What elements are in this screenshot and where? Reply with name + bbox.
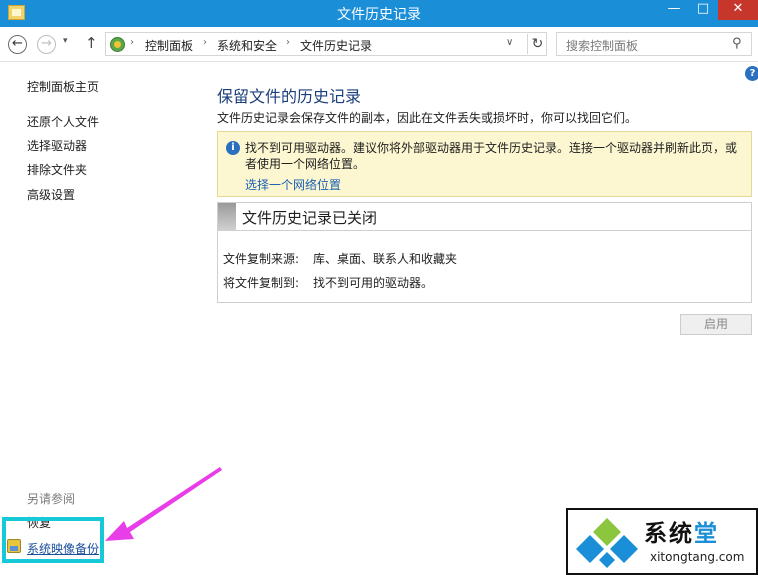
sidebar-item-restore-personal-files[interactable]: 还原个人文件	[27, 113, 99, 130]
refresh-icon[interactable]: ↻	[527, 34, 547, 54]
page-title: 保留文件的历史记录	[217, 87, 362, 106]
notice-text: 找不到可用驱动器。建议你将外部驱动器用于文件历史记录。连接一个驱动器并刷新此页，…	[245, 141, 738, 171]
recent-locations-icon[interactable]: ▾	[63, 36, 68, 46]
title-bar: 文件历史记录 — □ ✕	[0, 0, 758, 27]
copy-to-value: 找不到可用的驱动器。	[313, 276, 434, 290]
see-also-heading: 另请参阅	[27, 492, 76, 506]
watermark-text-a: 系统	[644, 521, 694, 547]
sidebar-item-control-panel-home[interactable]: 控制面板主页	[27, 78, 99, 95]
sidebar-item-advanced-settings[interactable]: 高级设置	[27, 186, 75, 203]
copy-from-label: 文件复制来源:	[223, 252, 300, 266]
search-placeholder: 搜索控制面板	[566, 39, 639, 53]
breadcrumb-separator[interactable]: ›	[286, 37, 290, 48]
close-button[interactable]: ✕	[718, 0, 758, 20]
breadcrumb-file-history[interactable]: 文件历史记录	[300, 37, 372, 54]
enable-button[interactable]: 启用	[680, 314, 752, 335]
watermark-logo	[576, 518, 638, 568]
status-panel: 文件历史记录已关闭 文件复制来源: 库、桌面、联系人和收藏夹 将文件复制到: 找…	[217, 202, 752, 303]
copy-from-value: 库、桌面、联系人和收藏夹	[313, 252, 458, 266]
info-notice: i 找不到可用驱动器。建议你将外部驱动器用于文件历史记录。连接一个驱动器并刷新此…	[217, 131, 752, 197]
sidebar-item-select-drive[interactable]: 选择驱动器	[27, 137, 87, 154]
search-icon[interactable]: ⚲	[732, 36, 742, 51]
annotation-arrow	[105, 467, 222, 541]
breadcrumb-control-panel[interactable]: 控制面板	[145, 37, 193, 54]
window-title: 文件历史记录	[337, 7, 421, 23]
help-icon[interactable]: ?	[745, 66, 758, 81]
watermark-text: 系统堂	[644, 514, 719, 548]
breadcrumb-separator[interactable]: ›	[130, 37, 134, 48]
minimize-button[interactable]: —	[660, 0, 688, 20]
chevron-down-icon[interactable]: ∨	[506, 37, 513, 48]
maximize-button[interactable]: □	[689, 0, 717, 20]
watermark-text-b: 堂	[694, 521, 719, 547]
watermark: 系统堂 xitongtang.com	[566, 508, 758, 575]
breadcrumb-separator[interactable]: ›	[203, 37, 207, 48]
status-title: 文件历史记录已关闭	[242, 209, 378, 227]
page-description: 文件历史记录会保存文件的副本，因此在文件丢失或损坏时，你可以找回它们。	[217, 111, 638, 125]
status-header: 文件历史记录已关闭	[218, 203, 751, 231]
control-panel-icon	[110, 37, 125, 52]
search-input[interactable]: 搜索控制面板 ⚲	[556, 32, 752, 56]
navigation-bar: ← → ▾ ↑ › 控制面板 › 系统和安全 › 文件历史记录 ∨ ↻ 搜索控制…	[0, 27, 758, 62]
address-bar[interactable]: › 控制面板 › 系统和安全 › 文件历史记录 ∨ ↻	[105, 32, 547, 56]
sidebar-item-exclude-folders[interactable]: 排除文件夹	[27, 161, 87, 178]
annotation-highlight-box	[2, 517, 104, 563]
info-icon: i	[226, 141, 240, 155]
forward-button[interactable]: →	[37, 35, 56, 54]
up-arrow-icon[interactable]: ↑	[85, 34, 98, 52]
watermark-url: xitongtang.com	[650, 550, 745, 564]
breadcrumb-system-security[interactable]: 系统和安全	[217, 37, 277, 54]
select-network-location-link[interactable]: 选择一个网络位置	[245, 176, 341, 193]
status-stripe	[218, 203, 236, 230]
copy-to-label: 将文件复制到:	[223, 276, 300, 290]
back-button[interactable]: ←	[8, 35, 27, 54]
